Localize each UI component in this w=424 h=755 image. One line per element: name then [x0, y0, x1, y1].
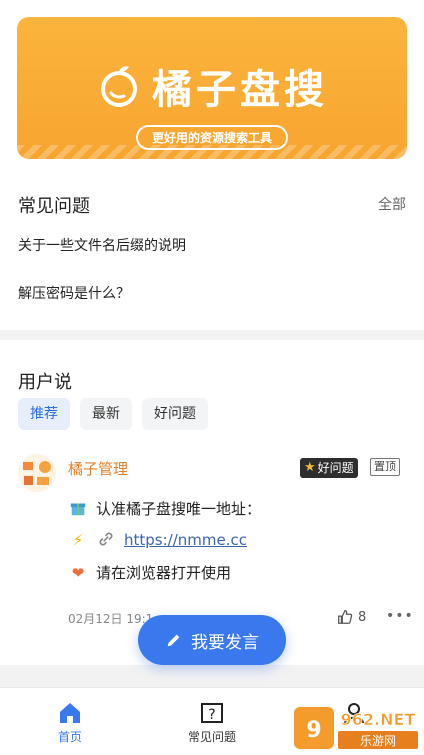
tab-recommend[interactable]: 推荐: [18, 398, 70, 430]
star-icon: ★: [304, 460, 316, 475]
good-question-badge-label: 好问题: [317, 461, 354, 475]
users-filter-tabs: 推荐 最新 好问题: [18, 398, 208, 430]
home-icon: [60, 703, 80, 723]
faq-all-link[interactable]: 全部: [378, 194, 406, 214]
faq-title: 常见问题: [18, 196, 90, 217]
post-line: ❤ 请在浏览器打开使用: [68, 562, 231, 583]
section-divider: [0, 330, 424, 340]
post-author[interactable]: 橘子管理: [68, 458, 128, 479]
post-comment-label: 我要发言: [191, 632, 259, 653]
gift-icon: [68, 499, 88, 519]
faq-item[interactable]: 解压密码是什么？: [18, 283, 130, 303]
like-count: 8: [358, 609, 367, 625]
tab-faq[interactable]: ? 常见问题: [152, 688, 272, 755]
faq-item[interactable]: 关于一些文件名后缀的说明: [18, 235, 186, 255]
question-icon: ?: [201, 703, 223, 723]
post-line-text: 认准橘子盘搜唯一地址：: [96, 500, 262, 518]
svg-text:962.NET: 962.NET: [341, 710, 416, 729]
thumbs-up-icon: [338, 610, 353, 624]
orange-logo-icon: [101, 66, 137, 107]
tab-faq-label: 常见问题: [187, 730, 236, 744]
avatar-image: [18, 454, 56, 492]
post-line-text: 请在浏览器打开使用: [96, 564, 232, 582]
post-line: 认准橘子盘搜唯一地址：: [68, 498, 261, 519]
like-button[interactable]: 8: [336, 608, 366, 626]
svg-text:9: 9: [306, 718, 321, 743]
more-options-icon[interactable]: •••: [386, 608, 414, 624]
pinned-badge: 置顶: [370, 458, 400, 476]
users-title: 用户说: [18, 372, 72, 393]
post-date: 02月12日 19:1: [68, 612, 154, 626]
faq-section: 常见问题 全部 关于一些文件名后缀的说明 解压密码是什么？: [0, 178, 424, 330]
lightning-icon: ⚡: [72, 531, 84, 549]
brand-name: 橘子盘搜: [152, 67, 328, 113]
banner-section: 橘子盘搜 更好用的资源搜索工具: [0, 0, 424, 178]
tab-latest[interactable]: 最新: [80, 398, 132, 430]
pencil-icon: [167, 634, 180, 647]
svg-text:?: ?: [208, 707, 215, 723]
watermark-logo: 9 962.NET 乐游网: [294, 707, 418, 749]
heart-icon: ❤: [71, 563, 85, 582]
good-question-badge: ★ 好问题: [300, 458, 358, 478]
brand-banner[interactable]: 橘子盘搜 更好用的资源搜索工具: [17, 17, 407, 159]
post-line: ⚡ https://nmme.cc: [68, 530, 247, 550]
tab-home-label: 首页: [57, 730, 82, 744]
tab-home[interactable]: 首页: [10, 688, 130, 755]
brand-logo-row: 橘子盘搜: [17, 57, 407, 115]
section-divider: [0, 665, 424, 687]
post-link[interactable]: https://nmme.cc: [124, 531, 247, 549]
avatar[interactable]: [18, 454, 56, 492]
tab-good-questions[interactable]: 好问题: [142, 398, 208, 430]
post-comment-button[interactable]: 我要发言: [138, 615, 286, 665]
svg-text:乐游网: 乐游网: [360, 734, 396, 748]
banner-stripes: [17, 145, 407, 159]
link-icon: [96, 530, 116, 550]
